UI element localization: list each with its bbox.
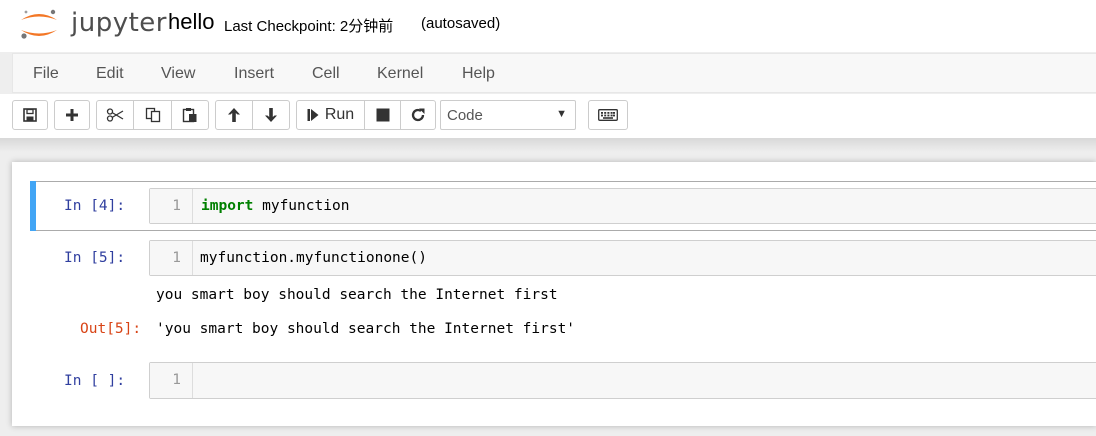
line-number-gutter: 1 xyxy=(150,363,193,398)
notebook-name[interactable]: hello xyxy=(168,9,214,35)
menu-file[interactable]: File xyxy=(33,65,59,83)
restart-icon xyxy=(411,108,425,122)
code-line: import myfunction xyxy=(201,198,349,214)
copy-icon xyxy=(145,107,160,123)
checkpoint-status: Last Checkpoint: 2分钟前 xyxy=(224,18,394,35)
run-button[interactable]: Run xyxy=(296,100,365,130)
save-button[interactable] xyxy=(12,100,48,130)
cut-button[interactable] xyxy=(96,100,134,130)
arrow-down-icon xyxy=(265,108,277,122)
notebook-container: In [4]: 1 import myfunction In [5]: 1 my… xyxy=(12,162,1096,426)
execute-result: 'you smart boy should search the Interne… xyxy=(156,321,576,337)
menubar: File Edit View Insert Cell Kernel Help xyxy=(12,53,1096,93)
line-number-gutter: 1 xyxy=(150,189,193,223)
input-prompt: In [ ]: xyxy=(64,373,126,389)
line-number-gutter: 1 xyxy=(150,241,193,275)
stop-icon xyxy=(376,108,389,122)
paste-icon xyxy=(182,108,197,123)
line-number: 1 xyxy=(172,198,181,214)
restart-button[interactable] xyxy=(400,100,436,130)
add-cell-button[interactable] xyxy=(54,100,90,130)
command-palette-button[interactable] xyxy=(588,100,628,130)
input-prompt: In [4]: xyxy=(64,198,126,214)
jupyter-logo[interactable]: jupyter xyxy=(17,6,166,42)
header: jupyter hello Last Checkpoint: 2分钟前 (aut… xyxy=(0,0,1096,52)
toolbar: Run Code ▼ xyxy=(0,94,1096,138)
code-input[interactable]: 1 xyxy=(149,362,1096,399)
arrow-up-icon xyxy=(228,108,240,122)
logo-text: jupyter xyxy=(71,8,167,38)
code-input[interactable]: 1 import myfunction xyxy=(149,188,1096,224)
cell-type-value: Code xyxy=(447,107,483,124)
chevron-down-icon: ▼ xyxy=(556,108,567,120)
output-prompt: Out[5]: xyxy=(80,321,142,337)
interrupt-button[interactable] xyxy=(364,100,401,130)
code-input[interactable]: 1 myfunction.myfunctionone() xyxy=(149,240,1096,276)
stream-output: you smart boy should search the Internet… xyxy=(156,287,558,303)
menu-kernel[interactable]: Kernel xyxy=(377,65,423,83)
menu-cell[interactable]: Cell xyxy=(312,65,340,83)
menu-edit[interactable]: Edit xyxy=(96,65,124,83)
paste-button[interactable] xyxy=(171,100,209,130)
jupyter-logo-icon xyxy=(21,9,57,39)
menu-help[interactable]: Help xyxy=(462,65,495,83)
code-text: myfunction xyxy=(253,198,350,214)
menu-view[interactable]: View xyxy=(161,65,195,83)
move-up-button[interactable] xyxy=(215,100,253,130)
input-prompt: In [5]: xyxy=(64,250,126,266)
step-forward-icon xyxy=(307,109,319,121)
save-icon xyxy=(23,108,37,122)
run-label: Run xyxy=(324,106,355,123)
cell-type-select[interactable]: Code ▼ xyxy=(440,100,576,130)
plus-icon xyxy=(66,109,78,121)
keyboard-icon xyxy=(598,109,618,121)
code-line: myfunction.myfunctionone() xyxy=(200,250,427,266)
selected-cell-indicator xyxy=(30,181,36,231)
line-number: 1 xyxy=(172,250,181,266)
autosave-status: (autosaved) xyxy=(421,15,501,32)
line-number: 1 xyxy=(172,372,181,388)
toolbar-shadow xyxy=(0,138,1096,152)
move-down-button[interactable] xyxy=(252,100,290,130)
copy-button[interactable] xyxy=(133,100,172,130)
menu-insert[interactable]: Insert xyxy=(234,65,274,83)
cut-icon xyxy=(106,108,124,122)
code-keyword: import xyxy=(201,198,254,214)
